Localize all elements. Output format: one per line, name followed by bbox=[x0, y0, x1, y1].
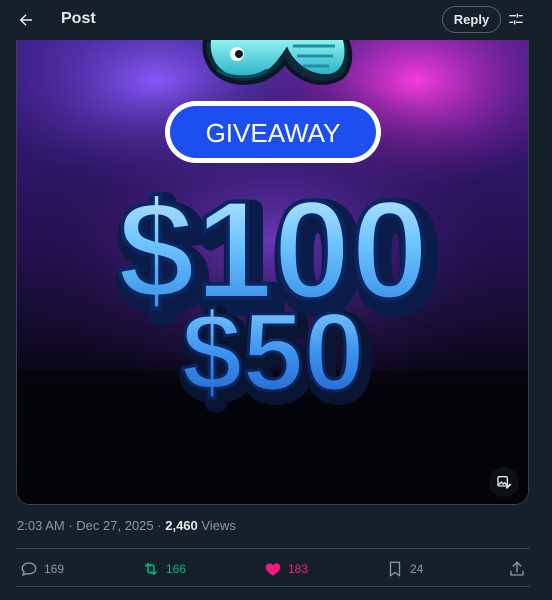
top-bar: Post Reply bbox=[0, 0, 552, 40]
arrow-left-icon bbox=[19, 14, 32, 26]
sliders-icon bbox=[509, 13, 523, 25]
share-action[interactable] bbox=[508, 558, 526, 580]
page-title: Post bbox=[61, 10, 96, 27]
filter-button[interactable] bbox=[506, 8, 526, 30]
meta-separator: · bbox=[68, 518, 73, 533]
bookmark-action[interactable]: 24 bbox=[386, 558, 423, 580]
bookmark-count: 24 bbox=[410, 562, 424, 576]
action-bar: 169 166 183 24 bbox=[0, 552, 552, 586]
repost-count: 166 bbox=[166, 562, 187, 576]
views-count: 2,460 bbox=[165, 518, 198, 533]
like-count: 183 bbox=[288, 562, 309, 576]
repost-action[interactable]: 166 bbox=[142, 558, 186, 580]
edit-image-button[interactable] bbox=[489, 467, 519, 497]
repost-icon bbox=[145, 563, 157, 575]
giveaway-banner: GIVEAWAY bbox=[165, 101, 381, 163]
divider-bottom bbox=[16, 586, 530, 587]
back-button[interactable] bbox=[12, 6, 40, 34]
post-time[interactable]: 2:03 AM bbox=[17, 518, 65, 533]
post-image[interactable]: GIVEAWAY $100 $100 $50 $50 bbox=[16, 40, 529, 505]
bookmark-icon bbox=[389, 561, 401, 577]
meta-separator: · bbox=[157, 518, 162, 533]
post-metadata: 2:03 AM · Dec 27, 2025 · 2,460 Views bbox=[17, 518, 236, 533]
comment-icon bbox=[21, 562, 37, 577]
share-icon bbox=[510, 561, 524, 576]
heart-icon bbox=[265, 563, 281, 576]
giveaway-graphic: GIVEAWAY $100 $100 $50 $50 bbox=[17, 40, 528, 504]
svg-text:GIVEAWAY: GIVEAWAY bbox=[206, 118, 341, 148]
post-date[interactable]: Dec 27, 2025 bbox=[76, 518, 153, 533]
like-action[interactable]: 183 bbox=[264, 558, 308, 580]
reply-action[interactable]: 169 bbox=[20, 558, 64, 580]
reply-button[interactable]: Reply bbox=[442, 6, 501, 33]
amount-secondary: $50 $50 bbox=[177, 289, 377, 428]
divider-top bbox=[16, 548, 530, 549]
image-edit-icon bbox=[497, 476, 512, 489]
svg-text:$50: $50 bbox=[181, 291, 365, 414]
reply-count: 169 bbox=[44, 562, 65, 576]
views-label: Views bbox=[201, 518, 236, 533]
